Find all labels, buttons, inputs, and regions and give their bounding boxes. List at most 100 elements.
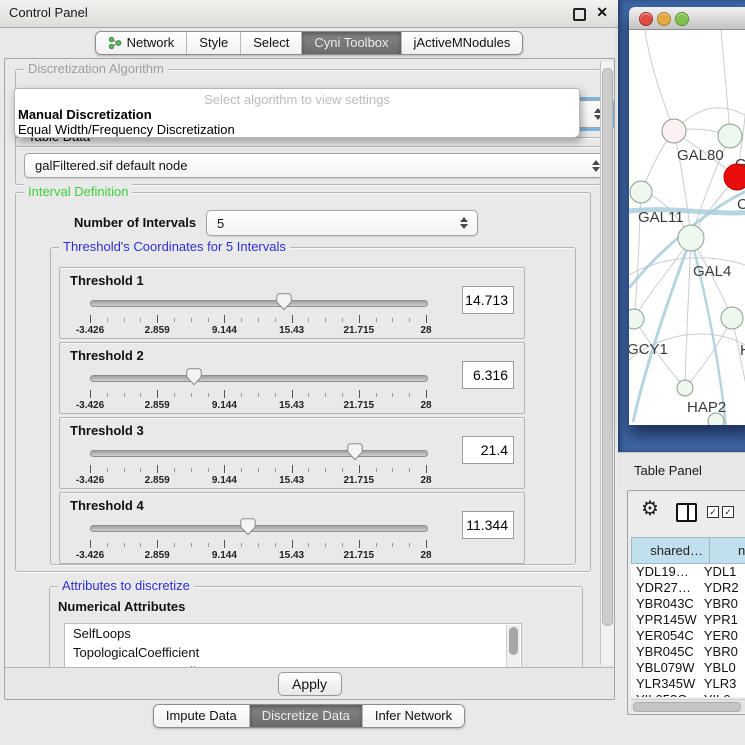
column-header-name[interactable]: na xyxy=(710,537,745,564)
slider-thumb[interactable] xyxy=(240,518,256,536)
attribute-item-selfloops[interactable]: SelfLoops xyxy=(65,624,521,643)
threshold-label: Threshold 1 xyxy=(70,273,144,288)
network-node-h[interactable] xyxy=(721,307,743,329)
table-row[interactable]: YPR145WYPR1 xyxy=(631,612,745,628)
tab-jactivemnodules[interactable]: jActiveMNodules xyxy=(401,32,523,54)
slider-track[interactable] xyxy=(90,375,428,382)
tab-impute-data[interactable]: Impute Data xyxy=(154,705,249,727)
tick-mark xyxy=(258,393,259,397)
tick-mark xyxy=(208,468,209,472)
number-of-intervals-spinner[interactable]: 5 xyxy=(206,210,478,236)
threshold-value-field[interactable]: 6.316 xyxy=(462,361,514,389)
table-data-combobox[interactable]: galFiltered.sif default node xyxy=(24,153,610,178)
algorithm-option-manual-discretization[interactable]: Manual Discretization xyxy=(18,107,582,122)
tick-mark xyxy=(90,315,91,323)
gear-icon[interactable]: ⚙ xyxy=(641,499,659,519)
panel-scrollbar[interactable] xyxy=(600,62,613,665)
table-row[interactable]: YBR045CYBR0 xyxy=(631,644,745,660)
network-canvas[interactable]: GAL80GACGAL11GAL4GCY1HHAP2 xyxy=(629,30,745,425)
algorithm-option-equal-width-frequency-discretization[interactable]: Equal Width/Frequency Discretization xyxy=(18,122,582,137)
tab-infer-network[interactable]: Infer Network xyxy=(362,705,464,727)
tick-mark xyxy=(342,468,343,472)
network-edge xyxy=(645,30,674,131)
tick-mark xyxy=(275,543,276,547)
threshold-value-field[interactable]: 11.344 xyxy=(462,511,514,539)
table-row[interactable]: YER054CYER0 xyxy=(631,628,745,644)
tick-mark xyxy=(409,318,410,322)
axis-label: 2.859 xyxy=(145,400,170,411)
network-node-gcy1[interactable] xyxy=(629,309,644,329)
tab-label: Discretize Data xyxy=(262,708,350,723)
tick-mark xyxy=(342,318,343,322)
zoom-traffic-light-icon[interactable] xyxy=(675,12,689,26)
slider-track[interactable] xyxy=(90,525,428,532)
tick-mark xyxy=(292,465,293,473)
table-row[interactable]: YBR043CYBR0 xyxy=(631,596,745,612)
slider-track[interactable] xyxy=(90,300,428,307)
top-tab-row: NetworkStyleSelectCyni ToolboxjActiveMNo… xyxy=(0,31,618,55)
tick-mark xyxy=(292,390,293,398)
tab-discretize-data[interactable]: Discretize Data xyxy=(249,705,362,727)
panel-scrollbar-thumb[interactable] xyxy=(602,68,613,626)
tick-mark xyxy=(107,468,108,472)
slider-axis-labels: -3.4262.8599.14415.4321.71528 xyxy=(90,325,426,337)
slider-track[interactable] xyxy=(90,450,428,457)
table-row[interactable]: YLR345WYLR3 xyxy=(631,676,745,692)
network-node-gal11[interactable] xyxy=(630,181,652,203)
table-row[interactable]: YDR27…YDR2 xyxy=(631,580,745,596)
tick-mark xyxy=(208,543,209,547)
threshold-slider-3[interactable]: -3.4262.8599.14415.4321.71528 xyxy=(90,442,426,482)
threshold-value-field[interactable]: 14.713 xyxy=(462,286,514,314)
numerical-attributes-heading: Numerical Attributes xyxy=(58,599,185,614)
control-panel-titlebar: Control Panel ✕ xyxy=(0,0,618,28)
slider-thumb[interactable] xyxy=(276,293,292,311)
slider-thumb[interactable] xyxy=(186,368,202,386)
table-row[interactable]: YIL052CYIL0 xyxy=(631,692,745,697)
network-node[interactable] xyxy=(708,413,724,425)
network-node-c[interactable] xyxy=(724,164,745,190)
apply-button[interactable]: Apply xyxy=(278,672,342,696)
network-node-gal4[interactable] xyxy=(678,225,704,251)
network-node-gal80[interactable] xyxy=(662,119,686,143)
tab-select[interactable]: Select xyxy=(240,32,301,54)
tick-mark xyxy=(90,390,91,398)
checkbox-icon[interactable]: ✓ xyxy=(707,506,719,518)
threshold-label: Threshold 3 xyxy=(70,423,144,438)
list-scrollbar-thumb[interactable] xyxy=(509,627,518,655)
close-icon[interactable]: ✕ xyxy=(596,4,608,21)
column-layout-icon[interactable] xyxy=(676,503,697,522)
float-window-icon[interactable] xyxy=(573,8,586,21)
table-scrollbar-thumb[interactable] xyxy=(633,702,741,712)
table-row[interactable]: YBL079WYBL0 xyxy=(631,660,745,676)
cell-name: YLR3 xyxy=(700,676,745,692)
cell-name: YBL0 xyxy=(700,660,745,676)
tick-mark xyxy=(241,468,242,472)
node-label: GCY1 xyxy=(629,341,668,358)
threshold-slider-4[interactable]: -3.4262.8599.14415.4321.71528 xyxy=(90,517,426,557)
tab-cyni-toolbox[interactable]: Cyni Toolbox xyxy=(301,32,400,54)
tab-network[interactable]: Network xyxy=(96,32,187,54)
tick-mark xyxy=(258,318,259,322)
table-row[interactable]: YDL19…YDL1 xyxy=(631,564,745,580)
threshold-slider-2[interactable]: -3.4262.8599.14415.4321.71528 xyxy=(90,367,426,407)
attribute-item-topologicalcoefficient[interactable]: TopologicalCoefficient xyxy=(65,643,521,662)
threshold-value-field[interactable]: 21.4 xyxy=(462,436,514,464)
checkbox-icon[interactable]: ✓ xyxy=(722,506,734,518)
network-node-ga[interactable] xyxy=(718,124,742,148)
tick-mark xyxy=(174,318,175,322)
column-header-shared-name[interactable]: shared… xyxy=(631,537,710,564)
table-horizontal-scrollbar[interactable] xyxy=(631,699,745,712)
tick-mark xyxy=(174,468,175,472)
tab-style[interactable]: Style xyxy=(186,32,240,54)
threshold-slider-1[interactable]: -3.4262.8599.14415.4321.71528 xyxy=(90,292,426,332)
network-window-titlebar[interactable] xyxy=(629,7,745,30)
tick-mark xyxy=(325,468,326,472)
network-node-hap2[interactable] xyxy=(677,380,693,396)
bottom-tab-row: Impute Data Discretize Data Infer Network xyxy=(0,704,618,728)
cell-shared-name: YER054C xyxy=(631,628,700,644)
close-traffic-light-icon[interactable] xyxy=(639,12,653,26)
minimize-traffic-light-icon[interactable] xyxy=(657,12,671,26)
slider-thumb[interactable] xyxy=(347,443,363,461)
cell-shared-name: YBR043C xyxy=(631,596,700,612)
tick-mark xyxy=(342,393,343,397)
